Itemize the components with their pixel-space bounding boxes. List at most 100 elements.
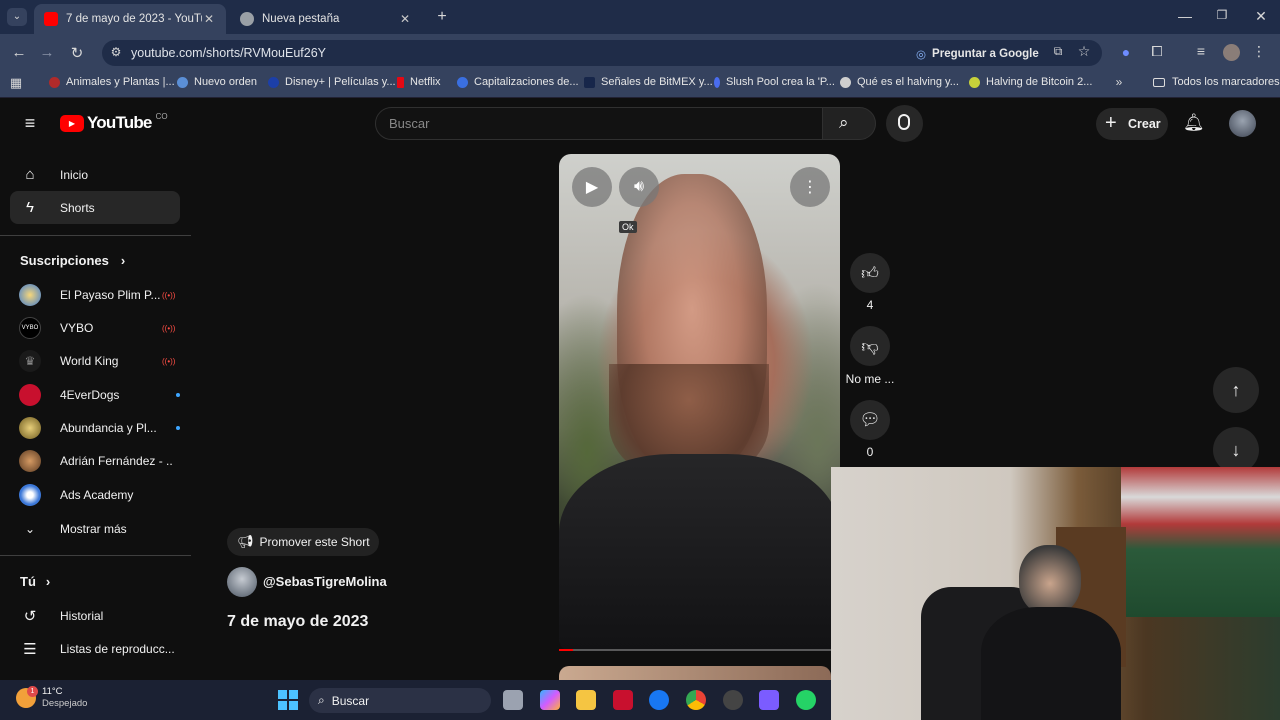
- subscriptions-heading[interactable]: Suscripciones ›: [20, 253, 125, 268]
- start-button[interactable]: [278, 690, 298, 710]
- profile-avatar[interactable]: [1223, 44, 1240, 61]
- you-heading[interactable]: Tú ›: [20, 574, 50, 589]
- bookmark-favicon-icon: [177, 76, 188, 88]
- facebook-icon[interactable]: [649, 690, 669, 710]
- bookmark-star-icon[interactable]: ☆: [1076, 43, 1092, 60]
- sidebar-subscription[interactable]: ♛ World King ((•)): [10, 346, 180, 376]
- play-icon: ▶: [585, 179, 599, 196]
- tab-new-tab[interactable]: Nueva pestaña ✕: [230, 4, 422, 34]
- weather-sun-icon: 1: [16, 686, 38, 708]
- play-button[interactable]: ▶: [572, 167, 612, 207]
- sidebar-subscription[interactable]: Abundancia y Pl...: [10, 413, 180, 443]
- bookmark-item[interactable]: Qué es el halving y...: [840, 76, 959, 88]
- tab-search-button[interactable]: ⌄: [7, 8, 27, 26]
- whatsapp-icon[interactable]: [796, 690, 816, 710]
- close-tab-icon[interactable]: ✕: [202, 12, 216, 26]
- install-app-icon[interactable]: ⧉: [1050, 44, 1066, 59]
- bookmark-item[interactable]: Halving de Bitcoin 2...: [969, 76, 1092, 88]
- sidebar-subscription[interactable]: 4EverDogs: [10, 380, 180, 410]
- tab-title: 7 de mayo de 2023 - YouTube: [66, 13, 202, 25]
- like-button[interactable]: 👍︎: [850, 253, 890, 293]
- obs-icon[interactable]: [723, 690, 743, 710]
- progress-bar[interactable]: [559, 649, 840, 651]
- task-view-icon[interactable]: [503, 690, 523, 710]
- more-options-button[interactable]: ⋮: [790, 167, 830, 207]
- search-button[interactable]: ⌕: [822, 107, 876, 140]
- next-short-preview[interactable]: [559, 666, 831, 680]
- media-control-icon[interactable]: ≡: [1193, 43, 1209, 59]
- all-bookmarks-folder[interactable]: Todos los marcadores: [1153, 76, 1280, 88]
- bookmark-item[interactable]: Señales de BitMEX y...: [584, 76, 713, 88]
- previous-short-button[interactable]: ↑: [1213, 367, 1259, 413]
- bookmark-item[interactable]: Nuevo orden: [177, 76, 257, 88]
- sidebar-subscription[interactable]: VYBO VYBO ((•)): [10, 313, 180, 343]
- lens-icon: ◎: [916, 48, 927, 61]
- voice-search-button[interactable]: [886, 105, 923, 142]
- bookmark-favicon-icon: [397, 76, 404, 88]
- channel-handle[interactable]: @SebasTigreMolina: [263, 574, 387, 589]
- volume-button[interactable]: 🔊︎: [619, 167, 659, 207]
- create-button[interactable]: + Crear: [1096, 108, 1168, 140]
- volume-icon: 🔊︎: [633, 178, 645, 195]
- bookmark-favicon-icon: [969, 76, 980, 88]
- reload-icon[interactable]: ↻: [68, 44, 86, 62]
- microphone-icon: [898, 114, 910, 130]
- restore-icon[interactable]: ❐: [1213, 8, 1231, 22]
- tab-youtube[interactable]: 7 de mayo de 2023 - YouTube ✕: [34, 4, 226, 34]
- minimize-icon[interactable]: —: [1176, 8, 1194, 24]
- hamburger-menu-icon[interactable]: ≡: [20, 113, 40, 134]
- sidebar-subscription[interactable]: El Payaso Plim P... ((•)): [10, 280, 180, 310]
- history-icon: ↺: [23, 607, 37, 625]
- taskbar-search[interactable]: ⌕ Buscar: [309, 688, 491, 713]
- comments-button[interactable]: 💬︎: [850, 400, 890, 440]
- site-info-icon[interactable]: ⚙: [108, 45, 124, 59]
- youtube-logo[interactable]: ▶ YouTube CO: [60, 112, 168, 133]
- extensions-puzzle-icon[interactable]: ⧠: [1149, 43, 1165, 60]
- screen-recorder-icon[interactable]: [759, 690, 779, 710]
- ask-google-button[interactable]: ◎ Preguntar a Google: [916, 44, 1039, 63]
- sidebar-item-history[interactable]: ↺ Historial: [10, 599, 180, 632]
- live-indicator-icon: ((•)): [162, 356, 176, 366]
- extension-circle-icon[interactable]: ●: [1118, 44, 1134, 60]
- channel-avatar: [19, 450, 41, 472]
- promote-short-button[interactable]: 📢︎ Promover este Short: [227, 528, 379, 556]
- bookmark-item[interactable]: Slush Pool crea la 'P...: [714, 76, 835, 88]
- sidebar-item-playlists[interactable]: ☰ Listas de reproducc...: [10, 632, 180, 665]
- chrome-menu-icon[interactable]: ⋮: [1252, 43, 1266, 60]
- notifications-bell-icon[interactable]: 🔔︎: [1183, 113, 1205, 133]
- search-input[interactable]: Buscar: [375, 107, 823, 140]
- file-explorer-icon[interactable]: [576, 690, 596, 710]
- back-icon[interactable]: ←: [10, 44, 28, 61]
- chevron-right-icon: ›: [45, 574, 51, 589]
- bookmark-item[interactable]: Disney+ | Películas y...: [268, 76, 396, 88]
- bookmark-item[interactable]: Animales y Plantas |...: [49, 76, 175, 88]
- close-window-icon[interactable]: ✕: [1252, 8, 1270, 25]
- dislike-button[interactable]: 👎︎: [850, 326, 890, 366]
- sidebar-item-shorts[interactable]: ϟ Shorts: [10, 191, 180, 224]
- more-bookmarks-icon[interactable]: »: [1112, 75, 1126, 89]
- bookmark-item[interactable]: Netflix: [397, 76, 441, 88]
- person-head: [1019, 545, 1081, 615]
- bookmark-item[interactable]: Capitalizaciones de...: [457, 76, 579, 88]
- dislike-label: No me ...: [845, 372, 895, 386]
- new-tab-icon[interactable]: +: [432, 8, 452, 26]
- chrome-icon[interactable]: [686, 690, 706, 710]
- sidebar-item-home[interactable]: ⌂ Inicio: [10, 158, 180, 191]
- youtube-favicon-icon: [44, 12, 58, 26]
- mcafee-icon[interactable]: [613, 690, 633, 710]
- sidebar-subscription[interactable]: Adrián Fernández - ...: [10, 446, 180, 476]
- user-avatar[interactable]: [1229, 110, 1256, 137]
- bookmark-favicon-icon: [268, 76, 279, 88]
- close-tab-icon[interactable]: ✕: [398, 12, 412, 26]
- copilot-icon[interactable]: [540, 690, 560, 710]
- shorts-video-player[interactable]: [559, 154, 840, 651]
- show-more-button[interactable]: ⌄ Mostrar más: [10, 512, 180, 545]
- sidebar-subscription[interactable]: Ads Academy: [10, 480, 180, 510]
- thumbs-up-icon: 👍︎: [861, 263, 879, 283]
- channel-name: World King: [60, 354, 119, 368]
- channel-avatar[interactable]: [227, 567, 257, 597]
- channel-avatar: ♛: [19, 350, 41, 372]
- apps-grid-icon[interactable]: ▦: [8, 75, 24, 91]
- forward-icon[interactable]: →: [38, 44, 56, 61]
- weather-widget[interactable]: 1 11°C Despejado: [16, 686, 87, 710]
